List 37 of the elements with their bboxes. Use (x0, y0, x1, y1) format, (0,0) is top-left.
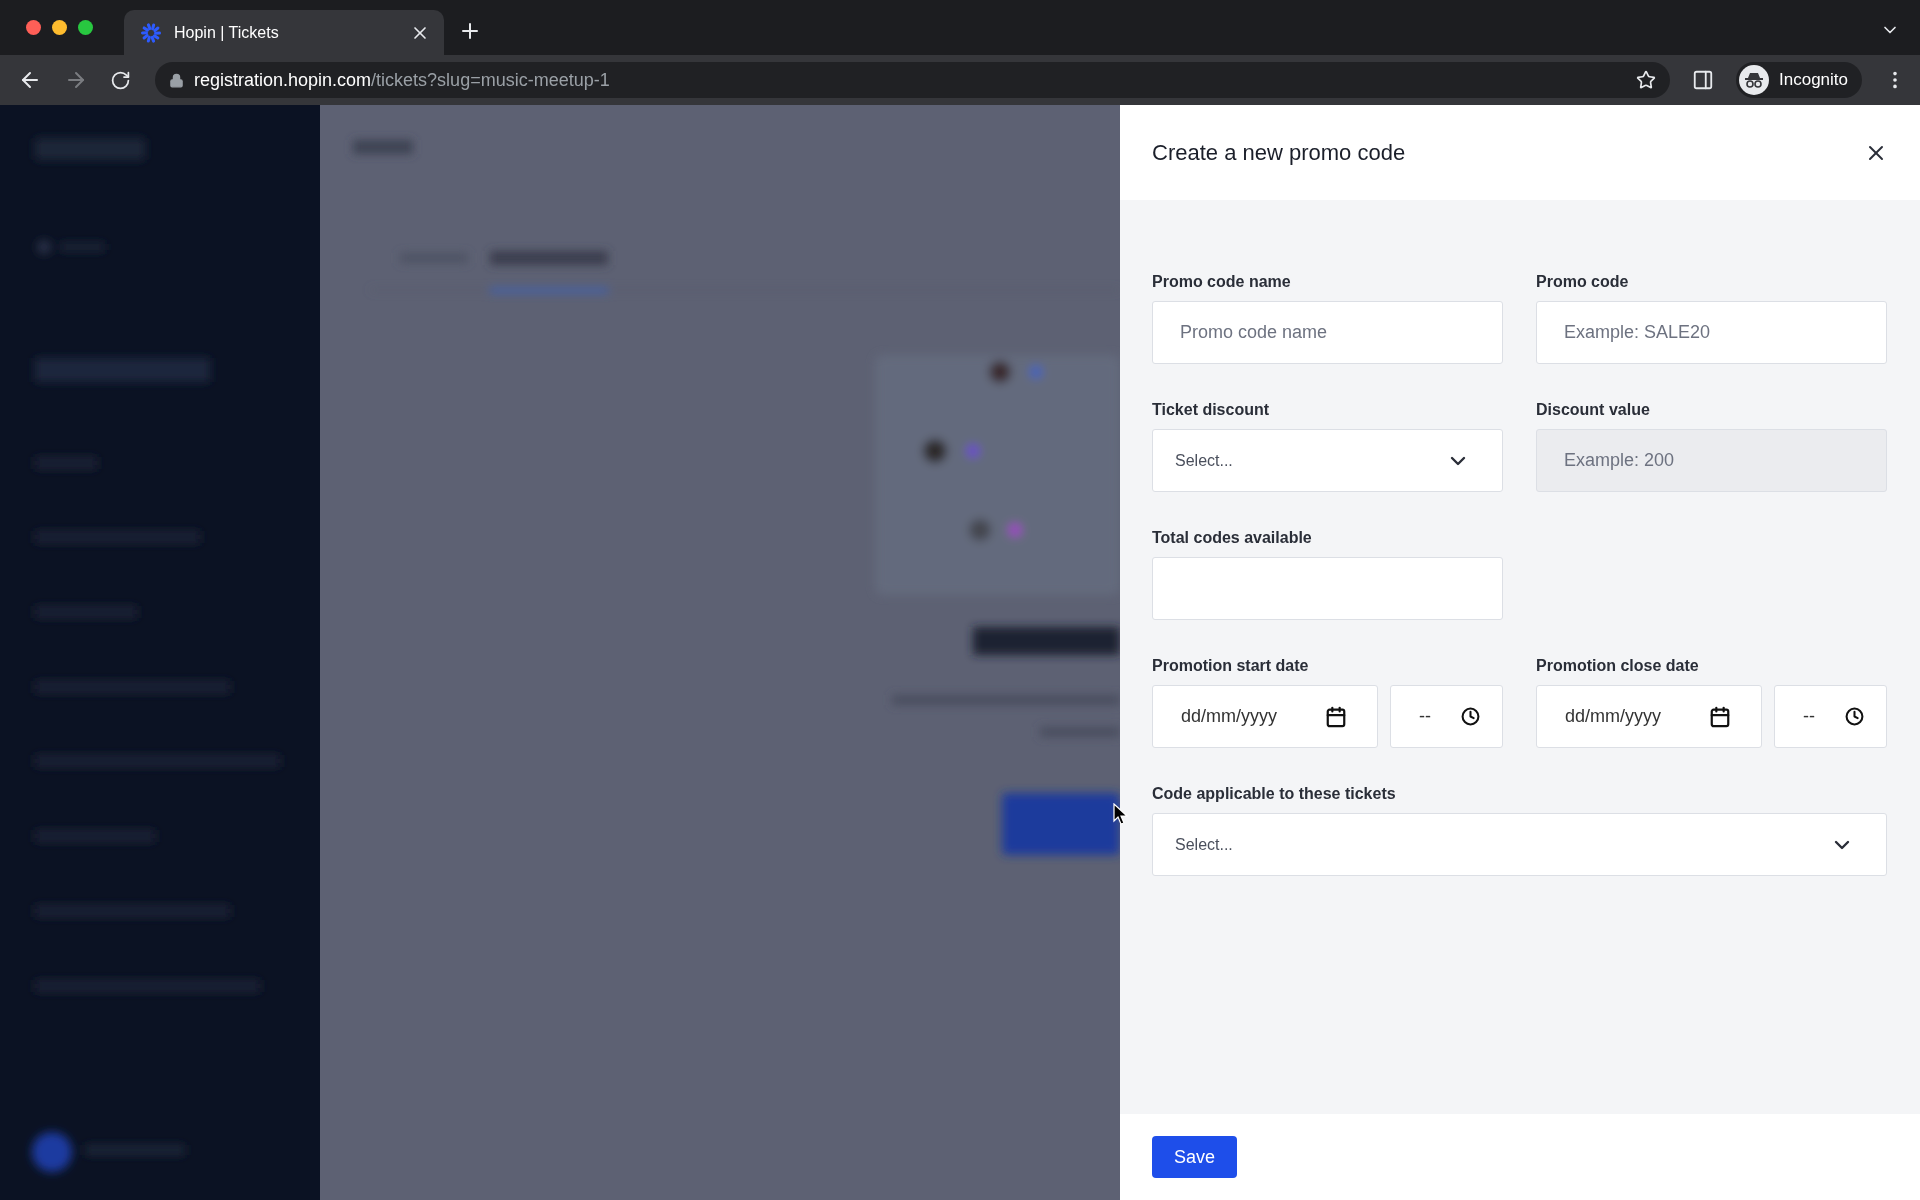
panel-title: Create a new promo code (1152, 139, 1406, 166)
select-field[interactable]: Select... (1152, 429, 1503, 492)
save-button[interactable]: Save (1152, 1136, 1238, 1178)
address-bar[interactable]: registration.hopin.com/tickets?slug=music-meetup-1 (155, 62, 1670, 98)
clock-icon (1845, 707, 1864, 726)
field-label: Promotion close date (1536, 656, 1700, 675)
date-field[interactable]: dd/mm/yyyy (1152, 685, 1378, 748)
url-text: registration.hopin.com/tickets?slug=music-meetup-1 (194, 69, 611, 91)
lock-icon (169, 72, 184, 88)
tab-title: Hopin | Tickets (174, 23, 280, 42)
field-label: Promotion start date (1152, 656, 1310, 675)
field-label: Ticket discount (1152, 400, 1271, 419)
field-label: Promo code (1536, 272, 1630, 291)
profile-button[interactable]: Incognito (1736, 62, 1862, 98)
date-field[interactable]: dd/mm/yyyy (1536, 685, 1762, 748)
input-field[interactable] (1152, 557, 1503, 620)
minimize-window-button[interactable] (52, 20, 67, 35)
star-icon[interactable] (1636, 70, 1656, 90)
field-label: Code applicable to these tickets (1152, 784, 1397, 803)
reload-icon[interactable] (110, 69, 131, 91)
field-label: Total codes available (1152, 528, 1313, 547)
calendar-icon (1325, 705, 1347, 728)
select-field[interactable]: Select... (1152, 813, 1887, 876)
field-label: Promo code name (1152, 272, 1292, 291)
clock-icon (1461, 707, 1480, 726)
side-panel-icon[interactable] (1692, 69, 1714, 91)
maximize-window-button[interactable] (78, 20, 93, 35)
time-field[interactable]: -- (1390, 685, 1503, 748)
input-field[interactable]: Example: SALE20 (1536, 301, 1887, 364)
time-field[interactable]: -- (1774, 685, 1887, 748)
browser-tab[interactable]: Hopin | Tickets (124, 10, 444, 55)
close-window-button[interactable] (26, 20, 41, 35)
calendar-icon (1709, 705, 1731, 728)
field-label: Discount value (1536, 400, 1651, 419)
incognito-icon (1739, 65, 1769, 95)
burst-logo-icon (140, 21, 162, 44)
input-field[interactable]: Promo code name (1152, 301, 1503, 364)
